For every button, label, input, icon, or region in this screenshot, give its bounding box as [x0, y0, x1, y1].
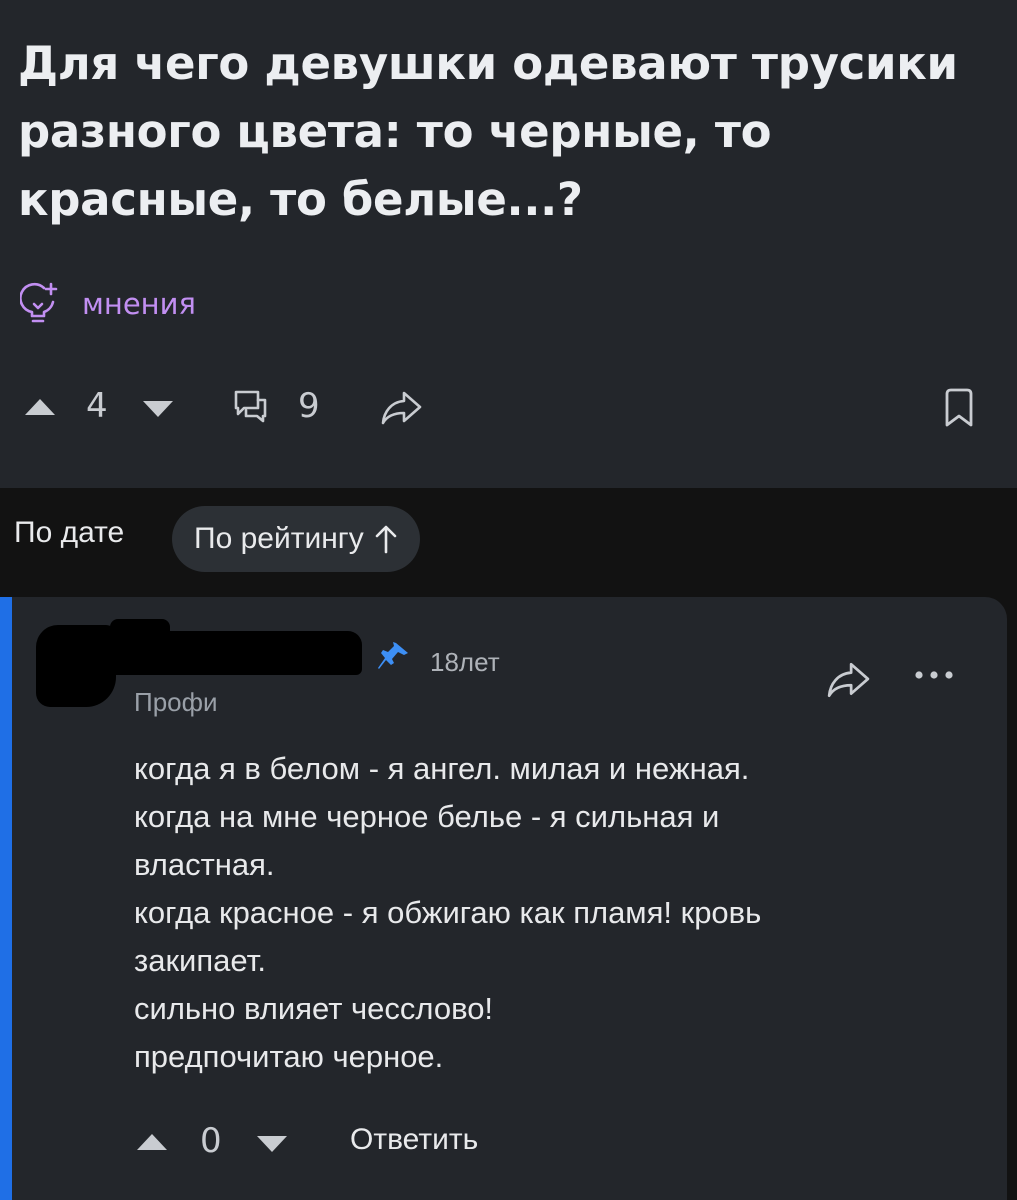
question-vote-count: 4 — [86, 386, 108, 426]
answer-share-button[interactable] — [826, 661, 870, 704]
answer-line: когда на мне черное белье - я сильная и — [134, 799, 720, 834]
answer-text: когда я в белом - я ангел. милая и нежна… — [134, 745, 974, 1081]
bookmark-icon — [945, 388, 973, 427]
question-comment-count: 9 — [298, 386, 320, 426]
reply-button[interactable]: Ответить — [350, 1123, 478, 1157]
question-card: Для чего девушки одевают трусики разного… — [0, 0, 1017, 488]
category-label: мнения — [82, 287, 196, 321]
comments-button[interactable] — [232, 388, 268, 426]
triangle-down-icon — [257, 1136, 287, 1152]
bookmark-button[interactable] — [942, 388, 976, 428]
author-role: Профи — [134, 687, 218, 717]
sort-by-date-tab[interactable]: По дате — [14, 516, 124, 550]
comments-icon — [234, 390, 267, 423]
upvote-button[interactable] — [24, 398, 56, 416]
answer-card: 18лет Профи когда я в белом - я ангел. м… — [0, 597, 1007, 1200]
question-title: Для чего девушки одевают трусики разного… — [18, 37, 958, 226]
answer-line: когда я в белом - я ангел. милая и нежна… — [134, 751, 750, 786]
triangle-down-icon — [143, 401, 173, 417]
lightbulb-sparkle-icon — [20, 282, 58, 323]
triangle-up-icon — [25, 399, 55, 415]
answer-upvote-button[interactable] — [136, 1133, 168, 1151]
sort-by-rating-tab[interactable]: По рейтингу — [172, 506, 420, 572]
author-age: 18лет — [430, 647, 500, 677]
more-dots-icon — [915, 671, 953, 679]
answer-line: сильно влияет чесслово! — [134, 991, 494, 1026]
pin-badge — [376, 641, 410, 676]
username-redaction — [100, 631, 362, 675]
answer-line: закипает. — [134, 943, 266, 978]
downvote-button[interactable] — [142, 400, 174, 418]
answer-actions: 0 Ответить — [0, 1117, 1007, 1167]
arrow-up-icon — [375, 525, 397, 554]
answer-line: предпочитаю черное. — [134, 1039, 444, 1074]
best-answer-accent — [0, 597, 12, 1200]
question-actions: 4 9 — [0, 380, 1017, 440]
sort-bar: По дате По рейтингу — [0, 488, 1017, 588]
answer-downvote-button[interactable] — [256, 1135, 288, 1153]
pin-icon — [378, 642, 408, 669]
answer-line: властная. — [134, 847, 275, 882]
share-icon — [381, 391, 422, 425]
triangle-up-icon — [137, 1134, 167, 1150]
category-tag[interactable]: мнения — [20, 282, 196, 326]
sort-by-rating-label: По рейтингу — [194, 522, 364, 555]
share-icon — [827, 662, 870, 698]
answer-line: когда красное - я обжигаю как пламя! кро… — [134, 895, 762, 930]
share-button[interactable] — [380, 390, 422, 426]
answer-vote-count: 0 — [200, 1121, 222, 1161]
answer-more-button[interactable] — [912, 667, 956, 688]
